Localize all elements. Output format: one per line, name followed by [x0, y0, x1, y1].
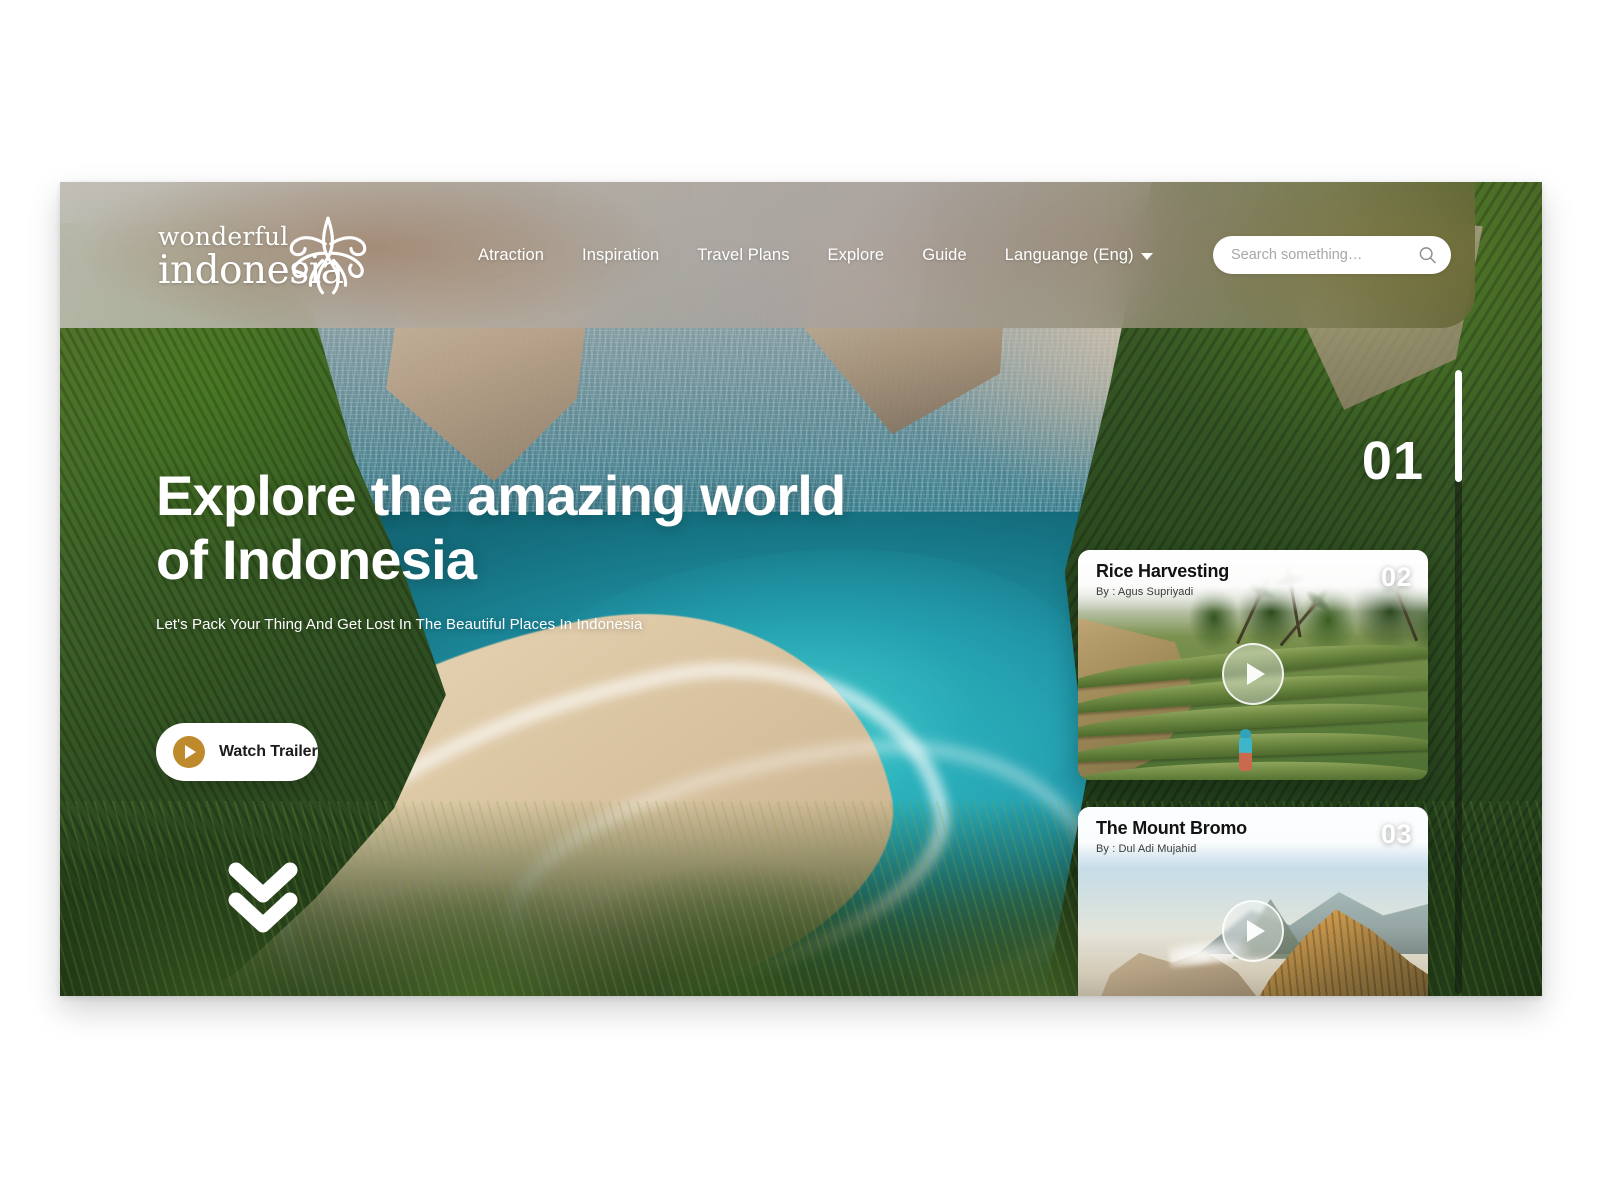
nav-item-atraction[interactable]: Atraction — [478, 246, 544, 265]
garuda-flourish-icon — [289, 216, 367, 295]
chevron-down-icon — [1140, 253, 1153, 260]
slide-number: 01 — [1361, 431, 1424, 491]
video-card-header: The Mount Bromo By : Dul Adi Mujahid — [1078, 807, 1428, 869]
double-chevron-down-icon — [228, 862, 298, 933]
primary-navigation: Atraction Inspiration Travel Plans Explo… — [478, 246, 1153, 265]
nav-item-guide[interactable]: Guide — [922, 246, 967, 265]
progress-scrollbar[interactable] — [1455, 370, 1462, 994]
search-icon[interactable] — [1418, 245, 1437, 265]
language-label: Languange (Eng) — [1004, 245, 1134, 264]
language-selector[interactable]: Languange (Eng) — [1005, 246, 1153, 265]
video-card-index: 02 — [1380, 562, 1412, 592]
hero-subtitle: Let's Pack Your Thing And Get Lost In Th… — [156, 615, 643, 633]
video-card-title: The Mount Bromo — [1096, 818, 1247, 838]
play-icon[interactable] — [1222, 900, 1284, 963]
video-card-title: Rice Harvesting — [1096, 561, 1230, 581]
play-icon[interactable] — [1222, 643, 1284, 706]
headline-line-1: Explore the amazing world — [156, 464, 846, 527]
hero-copy: Explore the amazing world of Indonesia L… — [156, 464, 916, 781]
page-title: Explore the amazing world of Indonesia — [156, 464, 916, 592]
progress-scrollbar-thumb[interactable] — [1455, 370, 1462, 483]
nav-item-inspiration[interactable]: Inspiration — [582, 246, 659, 265]
brand-logo[interactable]: wonderful indonesia — [158, 212, 368, 298]
video-card-mount-bromo[interactable]: 03 The Mount Bromo By : Dul Adi Mujahid — [1078, 807, 1428, 996]
watch-trailer-button[interactable]: Watch Trailer — [156, 722, 318, 781]
video-card-author: By : Agus Supriyadi — [1096, 586, 1194, 598]
site-header: wonderful indonesia Atraction Inspiratio… — [60, 182, 1475, 328]
nav-item-explore[interactable]: Explore — [828, 246, 885, 265]
search-box[interactable] — [1213, 236, 1451, 274]
headline-line-2: of Indonesia — [156, 527, 477, 591]
video-card-rice-harvesting[interactable]: 02 Rice Harvesting By : Agus Supriyadi — [1078, 550, 1428, 780]
video-card-header: Rice Harvesting By : Agus Supriyadi — [1078, 550, 1428, 612]
scroll-down-button[interactable] — [220, 850, 306, 936]
nav-item-travel-plans[interactable]: Travel Plans — [697, 246, 789, 265]
search-input[interactable] — [1231, 247, 1418, 263]
video-card-author: By : Dul Adi Mujahid — [1096, 843, 1197, 855]
site-frame: wonderful indonesia Atraction Inspiratio… — [60, 182, 1542, 996]
watch-trailer-label: Watch Trailer — [219, 742, 318, 760]
video-card-index: 03 — [1380, 819, 1412, 849]
play-icon — [173, 735, 205, 768]
